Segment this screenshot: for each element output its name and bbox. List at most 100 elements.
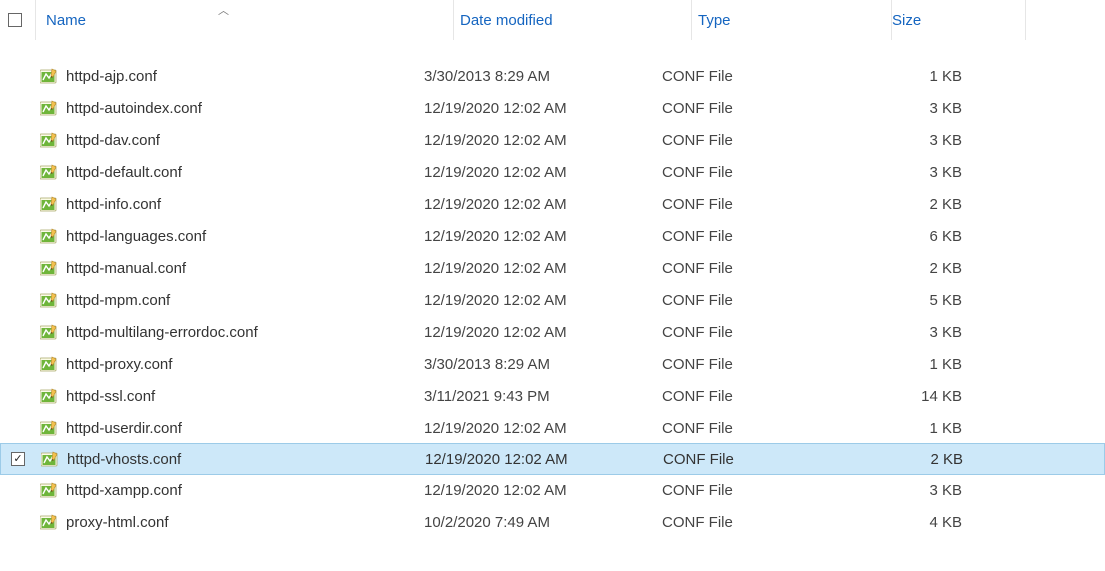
- file-row[interactable]: httpd-manual.conf 12/19/2020 12:02 AM CONF…: [0, 252, 1105, 284]
- file-size: 4 KB: [929, 514, 962, 531]
- file-date: 12/19/2020 12:02 AM: [424, 292, 567, 309]
- file-date: 12/19/2020 12:02 AM: [424, 164, 567, 181]
- file-date: 12/19/2020 12:02 AM: [424, 420, 567, 437]
- file-type: CONF File: [662, 132, 733, 149]
- select-all-cell[interactable]: [0, 0, 36, 40]
- file-type: CONF File: [662, 514, 733, 531]
- conf-file-icon: [40, 132, 58, 148]
- conf-file-icon: [40, 324, 58, 340]
- file-name: httpd-languages.conf: [66, 228, 206, 245]
- conf-file-icon: [40, 292, 58, 308]
- file-row[interactable]: httpd-xampp.conf 12/19/2020 12:02 AM CONF …: [0, 474, 1105, 506]
- file-size: 14 KB: [921, 388, 962, 405]
- file-date: 12/19/2020 12:02 AM: [424, 100, 567, 117]
- conf-file-icon: [40, 164, 58, 180]
- file-name: httpd-info.conf: [66, 196, 161, 213]
- column-header-size[interactable]: Size: [892, 0, 1026, 40]
- file-row[interactable]: proxy-html.conf 10/2/2020 7:49 AM CONF Fil…: [0, 506, 1105, 538]
- file-type: CONF File: [662, 100, 733, 117]
- file-name: httpd-mpm.conf: [66, 292, 170, 309]
- file-date: 3/30/2013 8:29 AM: [424, 68, 550, 85]
- select-all-checkbox[interactable]: [8, 13, 22, 27]
- column-header-row: ︿ Name Date modified Type Size: [0, 0, 1105, 40]
- conf-file-icon: [40, 100, 58, 116]
- file-name: httpd-dav.conf: [66, 132, 160, 149]
- file-date: 12/19/2020 12:02 AM: [424, 196, 567, 213]
- file-date: 12/19/2020 12:02 AM: [424, 132, 567, 149]
- conf-file-icon: [40, 388, 58, 404]
- file-row[interactable]: httpd-autoindex.conf 12/19/2020 12:02 AM C…: [0, 92, 1105, 124]
- file-name: httpd-default.conf: [66, 164, 182, 181]
- file-row[interactable]: httpd-info.conf 12/19/2020 12:02 AM CONF F…: [0, 188, 1105, 220]
- file-type: CONF File: [662, 356, 733, 373]
- file-name: httpd-proxy.conf: [66, 356, 172, 373]
- file-size: 5 KB: [929, 292, 962, 309]
- file-type: CONF File: [662, 68, 733, 85]
- file-name: httpd-ajp.conf: [66, 68, 157, 85]
- file-name: httpd-xampp.conf: [66, 482, 182, 499]
- file-row[interactable]: httpd-userdir.conf12/19/2020 12:02 AMCON…: [0, 412, 1105, 444]
- conf-file-icon: [40, 356, 58, 372]
- file-size: 1 KB: [929, 68, 962, 85]
- file-type: CONF File: [662, 228, 733, 245]
- file-name: httpd-manual.conf: [66, 260, 186, 277]
- file-type: CONF File: [662, 164, 733, 181]
- sort-asc-icon: ︿: [218, 2, 229, 18]
- file-name: httpd-ssl.conf: [66, 388, 155, 405]
- row-checkbox[interactable]: [11, 452, 25, 466]
- file-size: 1 KB: [929, 420, 962, 437]
- file-date: 10/2/2020 7:49 AM: [424, 514, 550, 531]
- file-type: CONF File: [662, 196, 733, 213]
- column-header-size-label: Size: [892, 12, 921, 29]
- file-size: 3 KB: [929, 132, 962, 149]
- conf-file-icon: [40, 196, 58, 212]
- file-row[interactable]: httpd-ssl.conf 3/11/2021 9:43 PM CONF File…: [0, 380, 1105, 412]
- file-list: ︿ Name Date modified Type Size httpd-ajp…: [0, 0, 1105, 538]
- file-name: httpd-autoindex.conf: [66, 100, 202, 117]
- file-row[interactable]: httpd-multilang-errordoc.conf 12/19/2020 …: [0, 316, 1105, 348]
- file-date: 3/11/2021 9:43 PM: [424, 388, 550, 405]
- file-row[interactable]: httpd-dav.conf 12/19/2020 12:02 AM CONF Fi…: [0, 124, 1105, 156]
- file-row[interactable]: httpd-default.conf 12/19/2020 12:02 AM CON…: [0, 156, 1105, 188]
- file-size: 3 KB: [929, 100, 962, 117]
- file-type: CONF File: [662, 324, 733, 341]
- file-name: proxy-html.conf: [66, 514, 169, 531]
- conf-file-icon: [41, 451, 59, 467]
- file-date: 12/19/2020 12:02 AM: [424, 260, 567, 277]
- file-size: 2 KB: [929, 196, 962, 213]
- file-size: 6 KB: [929, 228, 962, 245]
- file-type: CONF File: [662, 260, 733, 277]
- file-type: CONF File: [662, 292, 733, 309]
- file-size: 2 KB: [930, 451, 963, 468]
- file-size: 3 KB: [929, 324, 962, 341]
- file-type: CONF File: [662, 482, 733, 499]
- file-row[interactable]: httpd-proxy.conf3/30/2013 8:29 AMCONF Fi…: [0, 348, 1105, 380]
- file-date: 12/19/2020 12:02 AM: [424, 324, 567, 341]
- file-row[interactable]: httpd-vhosts.conf 12/19/2020 12:02 AM CONF…: [0, 443, 1105, 475]
- file-size: 3 KB: [929, 164, 962, 181]
- column-header-type-label: Type: [698, 12, 731, 29]
- column-header-date-label: Date modified: [460, 12, 553, 29]
- file-name: httpd-vhosts.conf: [67, 451, 181, 468]
- column-header-name[interactable]: Name: [36, 0, 454, 40]
- column-header-type[interactable]: Type: [692, 0, 892, 40]
- file-row[interactable]: httpd-mpm.conf 12/19/2020 12:02 AM CONF Fi…: [0, 284, 1105, 316]
- file-date: 12/19/2020 12:02 AM: [425, 451, 568, 468]
- file-row[interactable]: httpd-ajp.conf 3/30/2013 8:29 AM CONF File…: [0, 60, 1105, 92]
- file-type: CONF File: [662, 420, 733, 437]
- file-date: 12/19/2020 12:02 AM: [424, 228, 567, 245]
- file-type: CONF File: [662, 388, 733, 405]
- file-size: 2 KB: [929, 260, 962, 277]
- file-row[interactable]: httpd-languages.conf 12/19/2020 12:02 AM C…: [0, 220, 1105, 252]
- file-date: 12/19/2020 12:02 AM: [424, 482, 567, 499]
- conf-file-icon: [40, 68, 58, 84]
- file-name: httpd-multilang-errordoc.conf: [66, 324, 258, 341]
- column-header-name-label: Name: [46, 12, 86, 29]
- conf-file-icon: [40, 482, 58, 498]
- conf-file-icon: [40, 420, 58, 436]
- file-type: CONF File: [663, 451, 734, 468]
- column-header-date[interactable]: Date modified: [454, 0, 692, 40]
- file-size: 1 KB: [929, 356, 962, 373]
- conf-file-icon: [40, 514, 58, 530]
- conf-file-icon: [40, 260, 58, 276]
